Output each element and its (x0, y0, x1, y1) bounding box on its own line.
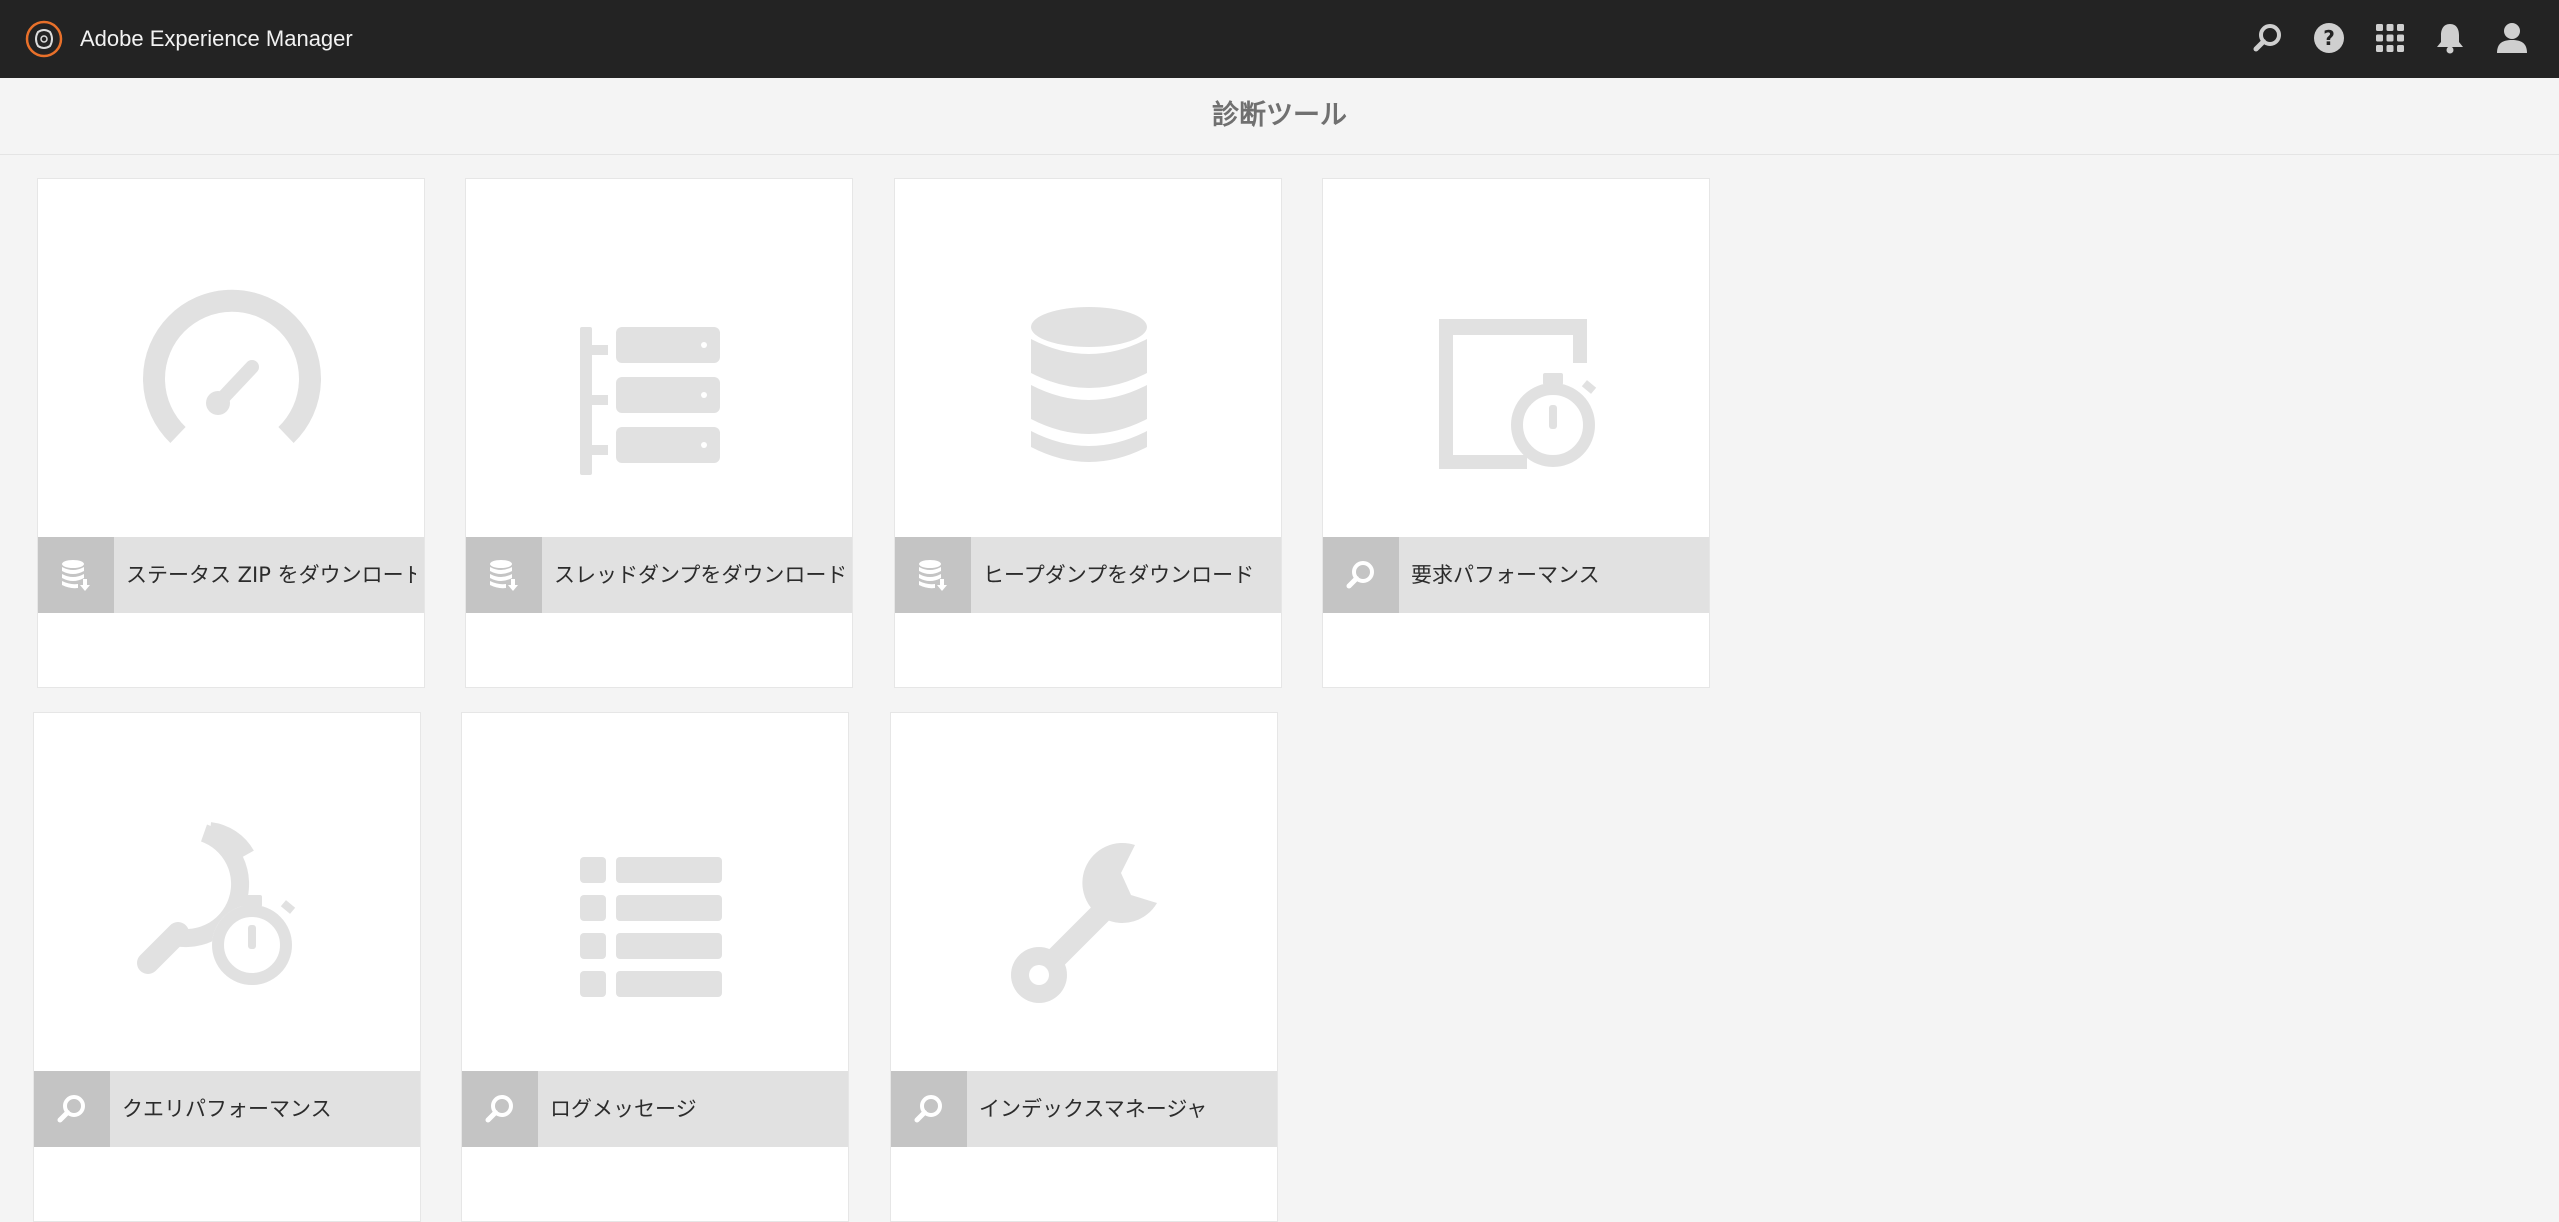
card-footer: スレッドダンプをダウンロード (466, 537, 852, 613)
card-label: クエリパフォーマンス (122, 1097, 332, 1121)
apps-grid-icon[interactable] (2372, 20, 2408, 56)
database-download-icon (466, 537, 542, 613)
card-label: インデックスマネージャ (979, 1097, 1208, 1121)
card-download-heap-dump[interactable]: ヒープダンプをダウンロード (894, 178, 1282, 688)
card-thumbnail (895, 179, 1281, 537)
search-icon (462, 1071, 538, 1147)
card-footer: ステータス ZIP をダウンロード (38, 537, 424, 613)
card-request-performance[interactable]: 要求パフォーマンス (1322, 178, 1710, 688)
database-download-icon (38, 537, 114, 613)
card-label: ヒープダンプをダウンロード (983, 563, 1255, 587)
card-label: ステータス ZIP をダウンロード (126, 563, 416, 587)
card-footer: ログメッセージ (462, 1071, 848, 1147)
card-thumbnail (1323, 179, 1709, 537)
svg-text:?: ? (2323, 26, 2335, 50)
page-title: 診断ツール (1212, 100, 1347, 131)
card-thumbnail (891, 713, 1277, 1071)
top-bar: Adobe Experience Manager ? (0, 0, 2559, 78)
card-thumbnail (466, 179, 852, 537)
search-icon (891, 1071, 967, 1147)
list-icon (580, 857, 722, 997)
card-download-thread-dump[interactable]: スレッドダンプをダウンロード (465, 178, 853, 688)
aem-logo-icon[interactable] (24, 19, 64, 59)
search-icon (1323, 537, 1399, 613)
app-title[interactable]: Adobe Experience Manager (80, 24, 353, 54)
search-icon (34, 1071, 110, 1147)
wrench-icon (1011, 842, 1157, 1003)
card-thumbnail (34, 713, 420, 1071)
card-download-status-zip[interactable]: ステータス ZIP をダウンロード (37, 178, 425, 688)
database-download-icon (895, 537, 971, 613)
card-label: ログメッセージ (550, 1097, 697, 1121)
card-thumbnail (462, 713, 848, 1071)
card-query-performance[interactable]: クエリパフォーマンス (33, 712, 421, 1222)
card-footer: クエリパフォーマンス (34, 1071, 420, 1147)
search-stopwatch-icon (137, 822, 296, 985)
card-log-messages[interactable]: ログメッセージ (461, 712, 849, 1222)
database-icon (1031, 307, 1147, 462)
card-index-manager[interactable]: インデックスマネージャ (890, 712, 1278, 1222)
notification-bell-icon[interactable] (2432, 20, 2468, 56)
window-stopwatch-icon (1439, 319, 1597, 469)
server-tree-icon (580, 327, 720, 475)
card-label: スレッドダンプをダウンロード (554, 563, 844, 587)
user-icon[interactable] (2494, 20, 2530, 56)
help-icon[interactable]: ? (2311, 20, 2347, 56)
card-footer: 要求パフォーマンス (1323, 537, 1709, 613)
title-bar: 診断ツール (0, 78, 2559, 155)
card-thumbnail (38, 179, 424, 537)
card-footer: ヒープダンプをダウンロード (895, 537, 1281, 613)
search-icon[interactable] (2250, 20, 2286, 56)
card-footer: インデックスマネージャ (891, 1071, 1277, 1147)
speedometer-icon (143, 289, 321, 443)
card-label: 要求パフォーマンス (1411, 563, 1600, 587)
